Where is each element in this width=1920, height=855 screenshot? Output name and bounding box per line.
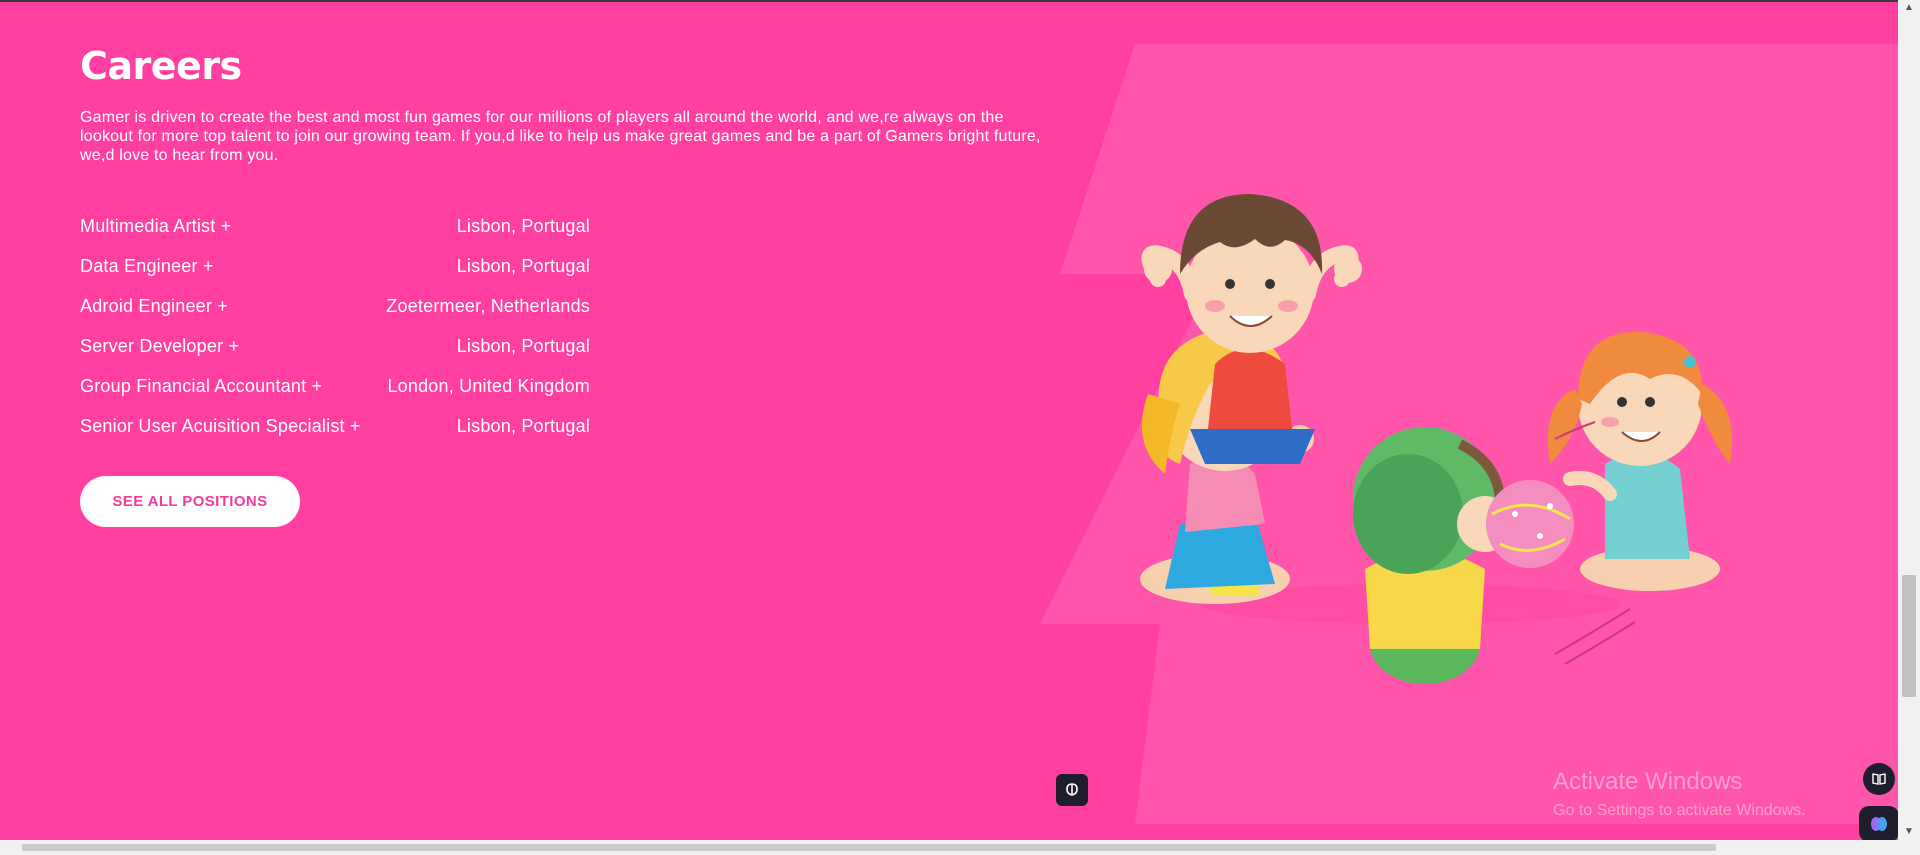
job-title: Server Developer + (80, 335, 240, 356)
job-title: Multimedia Artist + (80, 215, 232, 236)
watermark-title: Activate Windows (1553, 768, 1743, 795)
job-title: Data Engineer + (80, 255, 214, 276)
book-icon[interactable] (1863, 763, 1895, 795)
job-location: Zoetermeer, Netherlands (386, 295, 590, 316)
job-row[interactable]: Multimedia Artist + Lisbon, Portugal (80, 206, 590, 246)
windows-activation-watermark: Activate Windows Go to Settings to activ… (1553, 768, 1806, 822)
careers-section: Careers Gamer is driven to create the be… (0, 2, 1898, 848)
watermark-subtitle: Go to Settings to activate Windows. (1553, 802, 1806, 819)
job-title: Senior User Acuisition Specialist + (80, 415, 361, 436)
brain-icon[interactable] (1859, 806, 1898, 842)
job-row[interactable]: Data Engineer + Lisbon, Portugal (80, 246, 590, 286)
job-location: Lisbon, Portugal (456, 255, 590, 276)
brain-icon[interactable] (1056, 774, 1088, 806)
horizontal-scrollbar-thumb[interactable] (22, 844, 1716, 851)
see-all-positions-button[interactable]: SEE ALL POSITIONS (80, 476, 300, 527)
careers-intro: Gamer is driven to create the best and m… (80, 109, 1041, 164)
job-location: Lisbon, Portugal (456, 415, 590, 436)
job-location: London, United Kingdom (387, 375, 590, 396)
job-title: Group Financial Accountant + (80, 375, 323, 396)
children-playing-illustration (1040, 44, 1898, 824)
horizontal-scrollbar[interactable] (0, 840, 1920, 855)
job-row[interactable]: Senior User Acuisition Specialist + Lisb… (80, 406, 590, 446)
job-location: Lisbon, Portugal (456, 335, 590, 356)
job-row[interactable]: Group Financial Accountant + London, Uni… (80, 366, 590, 406)
scroll-up-arrow-icon[interactable]: ▲ (1898, 0, 1920, 16)
scrollbar-thumb[interactable] (1902, 575, 1916, 697)
job-row[interactable]: Adroid Engineer + Zoetermeer, Netherland… (80, 286, 590, 326)
job-location: Lisbon, Portugal (456, 215, 590, 236)
scroll-down-arrow-icon[interactable]: ▼ (1898, 824, 1920, 840)
job-row[interactable]: Server Developer + Lisbon, Portugal (80, 326, 590, 366)
job-list: Multimedia Artist + Lisbon, Portugal Dat… (80, 206, 590, 446)
vertical-scrollbar[interactable]: ▲ ▼ (1898, 0, 1920, 840)
page-title: Careers (80, 44, 242, 88)
job-title: Adroid Engineer + (80, 295, 228, 316)
